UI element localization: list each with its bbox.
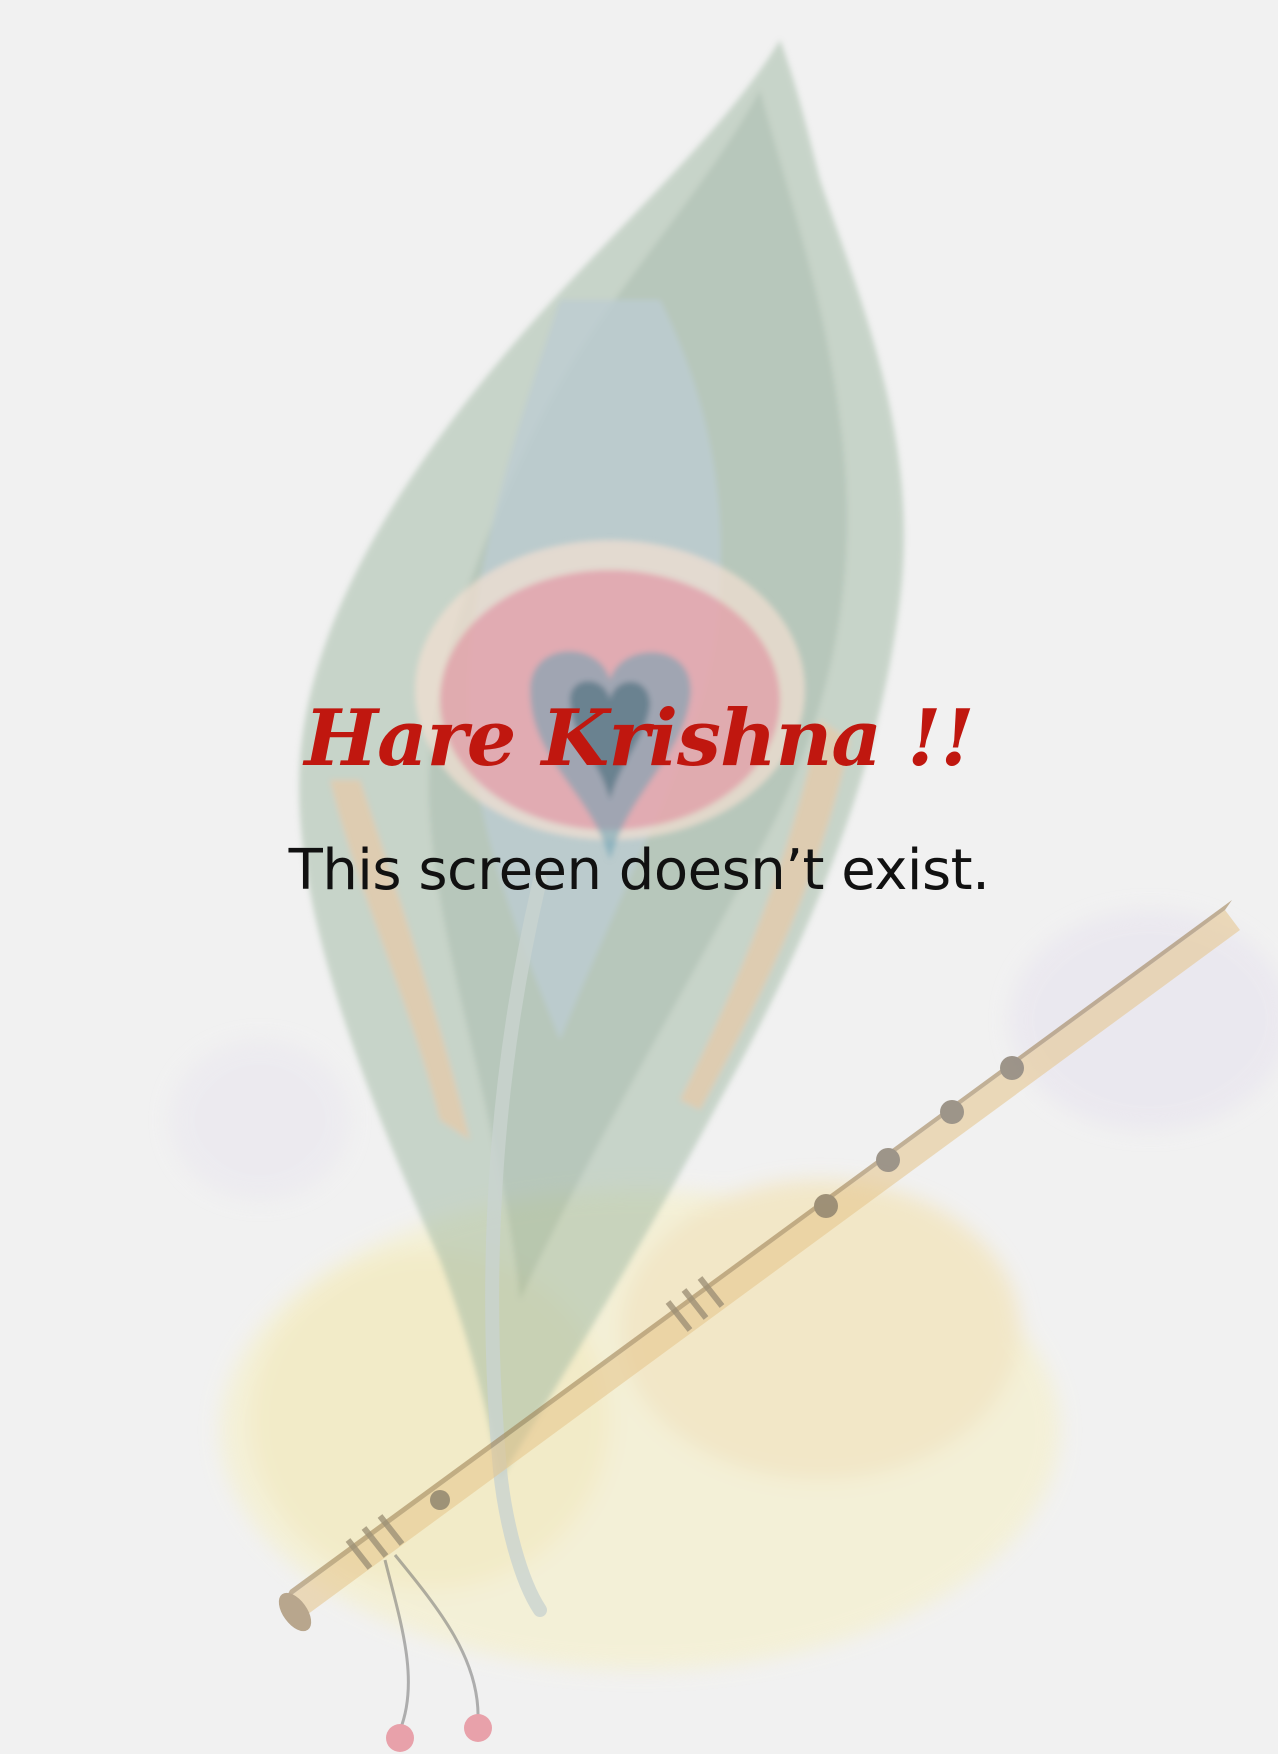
- not-found-message: This screen doesn’t exist.: [288, 838, 990, 903]
- page-title: Hare Krishna !!: [304, 693, 974, 784]
- not-found-screen: Hare Krishna !! This screen doesn’t exis…: [0, 0, 1278, 1754]
